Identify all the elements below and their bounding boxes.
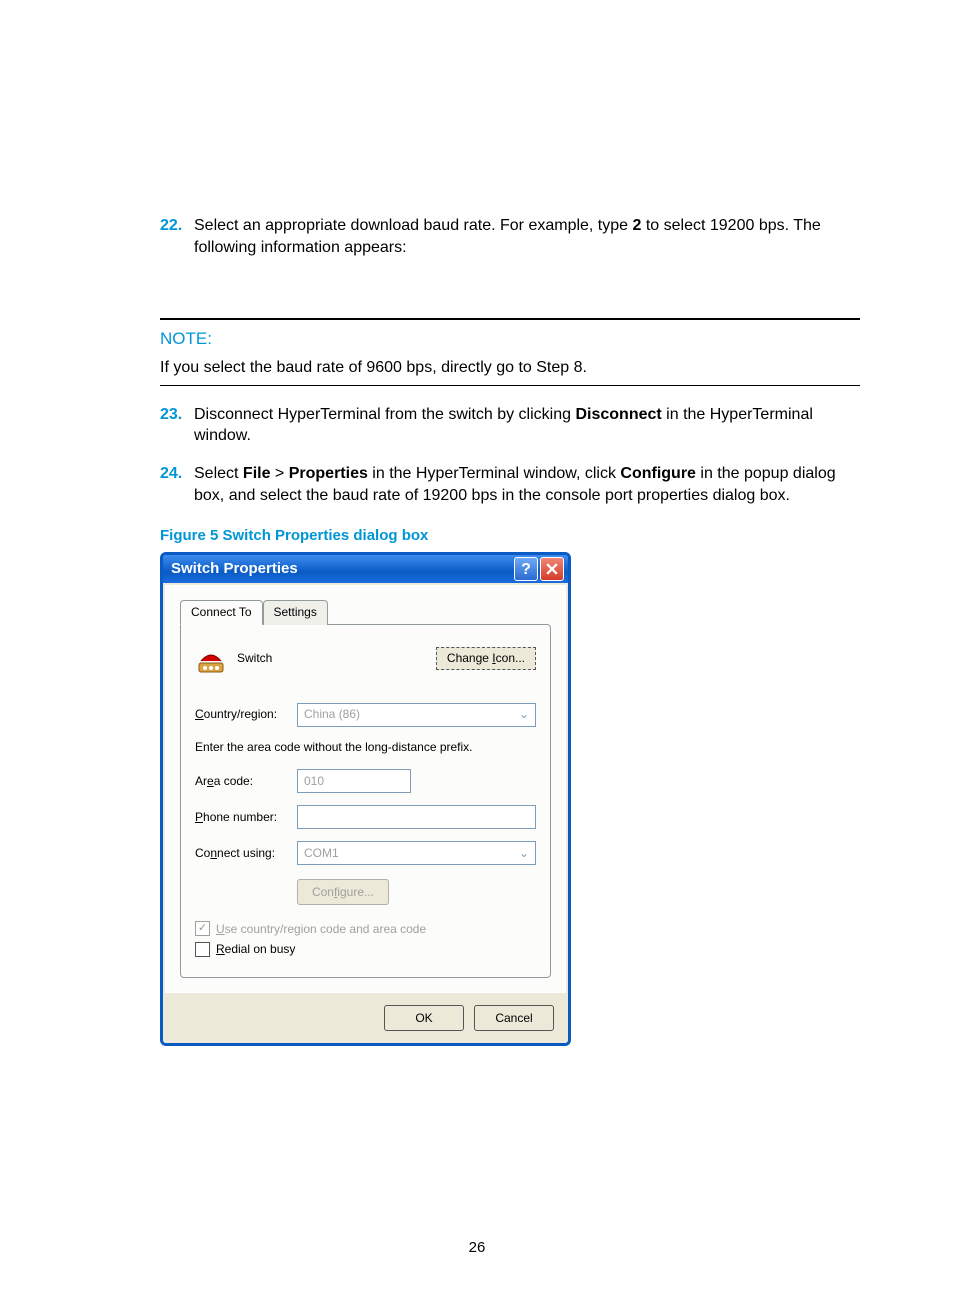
switch-properties-dialog: Switch Properties ? Connect To Settings bbox=[160, 552, 571, 1046]
tab-panel: Switch Change Icon... Country/region: Ch… bbox=[180, 624, 551, 979]
connection-name: Switch bbox=[237, 650, 272, 666]
connection-icon bbox=[195, 643, 227, 675]
figure-title: Figure 5 Switch Properties dialog box bbox=[160, 526, 860, 546]
close-button[interactable] bbox=[540, 557, 564, 581]
page-number: 26 bbox=[0, 1239, 954, 1256]
country-label: Country/region: bbox=[195, 706, 297, 722]
checkbox-checked-icon: ✓ bbox=[195, 921, 210, 936]
chevron-down-icon: ⌄ bbox=[519, 706, 529, 722]
step-text: Select File > Properties in the HyperTer… bbox=[194, 463, 860, 506]
area-code-label: Area code: bbox=[195, 773, 297, 789]
step-23: 23. Disconnect HyperTerminal from the sw… bbox=[160, 404, 860, 447]
change-icon-button[interactable]: Change Icon... bbox=[436, 647, 536, 669]
redial-checkbox-row[interactable]: ✓ Redial on busy bbox=[195, 941, 536, 957]
step-number: 24. bbox=[160, 463, 194, 506]
note-title: NOTE: bbox=[160, 328, 860, 351]
tabs: Connect To Settings bbox=[180, 600, 551, 624]
tab-settings[interactable]: Settings bbox=[263, 600, 328, 624]
help-button[interactable]: ? bbox=[514, 557, 538, 581]
checkbox-unchecked-icon: ✓ bbox=[195, 942, 210, 957]
phone-input[interactable] bbox=[297, 805, 536, 829]
dialog-title: Switch Properties bbox=[171, 559, 512, 579]
step-number: 23. bbox=[160, 404, 194, 447]
note-body: If you select the baud rate of 9600 bps,… bbox=[160, 357, 860, 379]
connect-using-select[interactable]: COM1 ⌄ bbox=[297, 841, 536, 865]
dialog-footer: OK Cancel bbox=[163, 995, 568, 1043]
ok-button[interactable]: OK bbox=[384, 1005, 464, 1031]
country-select[interactable]: China (86) ⌄ bbox=[297, 703, 536, 727]
step-number: 22. bbox=[160, 215, 194, 258]
phone-label: Phone number: bbox=[195, 809, 297, 825]
area-code-hint: Enter the area code without the long-dis… bbox=[195, 739, 536, 755]
step-22: 22. Select an appropriate download baud … bbox=[160, 215, 860, 258]
tab-connect-to[interactable]: Connect To bbox=[180, 600, 263, 624]
titlebar[interactable]: Switch Properties ? bbox=[163, 555, 568, 583]
note-box: NOTE: If you select the baud rate of 960… bbox=[160, 318, 860, 386]
cancel-button[interactable]: Cancel bbox=[474, 1005, 554, 1031]
connect-using-label: Connect using: bbox=[195, 845, 297, 861]
chevron-down-icon: ⌄ bbox=[519, 845, 529, 861]
step-text: Select an appropriate download baud rate… bbox=[194, 215, 860, 258]
step-text: Disconnect HyperTerminal from the switch… bbox=[194, 404, 860, 447]
configure-button[interactable]: Configure... bbox=[297, 879, 389, 905]
step-24: 24. Select File > Properties in the Hype… bbox=[160, 463, 860, 506]
use-country-checkbox-row[interactable]: ✓ Use country/region code and area code bbox=[195, 921, 536, 937]
area-code-input[interactable]: 010 bbox=[297, 769, 411, 793]
